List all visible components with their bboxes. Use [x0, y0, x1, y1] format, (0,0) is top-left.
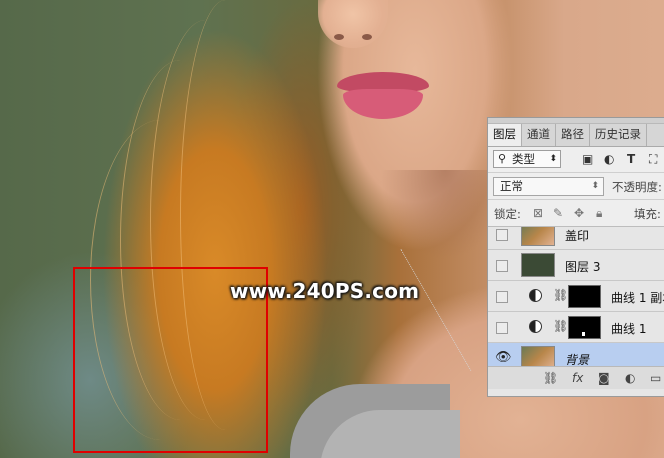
eye-icon[interactable]: 👁︎: [495, 350, 512, 365]
lock-label: 锁定:: [494, 207, 521, 221]
nostril-left: [334, 34, 344, 40]
layer-row[interactable]: 图层 3: [488, 250, 664, 281]
layer-row[interactable]: ⛓ 曲线 1: [488, 312, 664, 343]
visibility-toggle[interactable]: [496, 260, 508, 272]
blend-mode-value: 正常: [500, 179, 523, 193]
curves-adjustment-icon: [529, 320, 542, 333]
opacity-label: 不透明度:: [612, 180, 662, 194]
layers-panel: 图层 通道 路径 历史记录 ⚲ 类型 ⬍ ▣ ◐ T ⛶ 正常 ⬍ 不透明度: …: [487, 117, 664, 397]
layer-filter-select[interactable]: ⚲ 类型 ⬍: [493, 150, 561, 168]
watermark-text: www.240PS.com: [230, 279, 420, 303]
new-group-icon[interactable]: ▭: [650, 371, 661, 385]
lower-lip: [343, 89, 423, 119]
layer-thumbnail: [521, 346, 555, 366]
nostril-right: [362, 34, 372, 40]
text-filter-icon[interactable]: T: [627, 152, 635, 166]
new-adjustment-icon[interactable]: ◐: [625, 371, 635, 385]
link-chain-icon[interactable]: ⛓: [553, 319, 568, 333]
lock-paint-icon[interactable]: ✎: [553, 206, 563, 220]
blend-mode-select[interactable]: 正常 ⬍: [493, 177, 604, 196]
layer-thumbnail: [521, 227, 555, 246]
visibility-toggle[interactable]: [496, 229, 508, 241]
chevron-updown-icon: ⬍: [591, 181, 599, 191]
lock-position-icon[interactable]: ✥: [574, 206, 584, 220]
chevron-updown-icon: ⬍: [549, 154, 557, 164]
layers-list: 盖印 图层 3 ⛓ 曲线 1 副本 ⛓ 曲线 1 👁︎ 背景: [488, 227, 664, 366]
tab-history[interactable]: 历史记录: [590, 124, 647, 146]
panel-tabs: 图层 通道 路径 历史记录: [488, 124, 664, 147]
filter-row: ⚲ 类型 ⬍ ▣ ◐ T ⛶: [488, 147, 664, 173]
curves-adjustment-icon: [529, 289, 542, 302]
layer-name: 背景: [565, 353, 590, 366]
layer-name: 曲线 1: [611, 322, 647, 336]
layer-name: 曲线 1 副本: [611, 291, 664, 305]
add-mask-icon[interactable]: ◙: [598, 371, 610, 385]
image-filter-icon[interactable]: ▣: [582, 152, 593, 166]
layer-row-selected[interactable]: 👁︎ 背景: [488, 343, 664, 366]
blend-row: 正常 ⬍ 不透明度:: [488, 173, 664, 200]
shape-filter-icon[interactable]: ⛶: [649, 152, 657, 166]
layer-mask-thumbnail[interactable]: [568, 285, 601, 308]
lock-all-icon[interactable]: 🔒︎: [596, 206, 602, 220]
link-chain-icon[interactable]: ⛓: [553, 288, 568, 302]
fill-label: 填充:: [634, 207, 661, 221]
tab-channels[interactable]: 通道: [522, 124, 556, 146]
layer-row[interactable]: 盖印: [488, 227, 664, 250]
lock-row: 锁定: ⊠ ✎ ✥ 🔒︎ 填充:: [488, 200, 664, 227]
tab-layers[interactable]: 图层: [488, 124, 522, 146]
visibility-toggle[interactable]: [496, 322, 508, 334]
panel-bottom-bar: ⛓ fx ◙ ◐ ▭: [488, 366, 664, 389]
layer-mask-thumbnail[interactable]: [568, 316, 601, 339]
fx-icon[interactable]: fx: [572, 371, 583, 385]
link-icon[interactable]: ⛓: [543, 371, 558, 385]
search-icon: ⚲: [498, 152, 507, 165]
adjustment-filter-icon[interactable]: ◐: [604, 152, 614, 166]
nose: [318, 0, 388, 48]
layer-thumbnail: [521, 253, 555, 277]
lips: [337, 72, 429, 120]
layer-row[interactable]: ⛓ 曲线 1 副本: [488, 281, 664, 312]
layer-name: 图层 3: [565, 260, 601, 274]
layer-name: 盖印: [565, 229, 590, 243]
visibility-toggle[interactable]: [496, 291, 508, 303]
lock-transparent-icon[interactable]: ⊠: [533, 206, 543, 220]
filter-label: 类型: [512, 152, 535, 166]
tab-paths[interactable]: 路径: [556, 124, 590, 146]
